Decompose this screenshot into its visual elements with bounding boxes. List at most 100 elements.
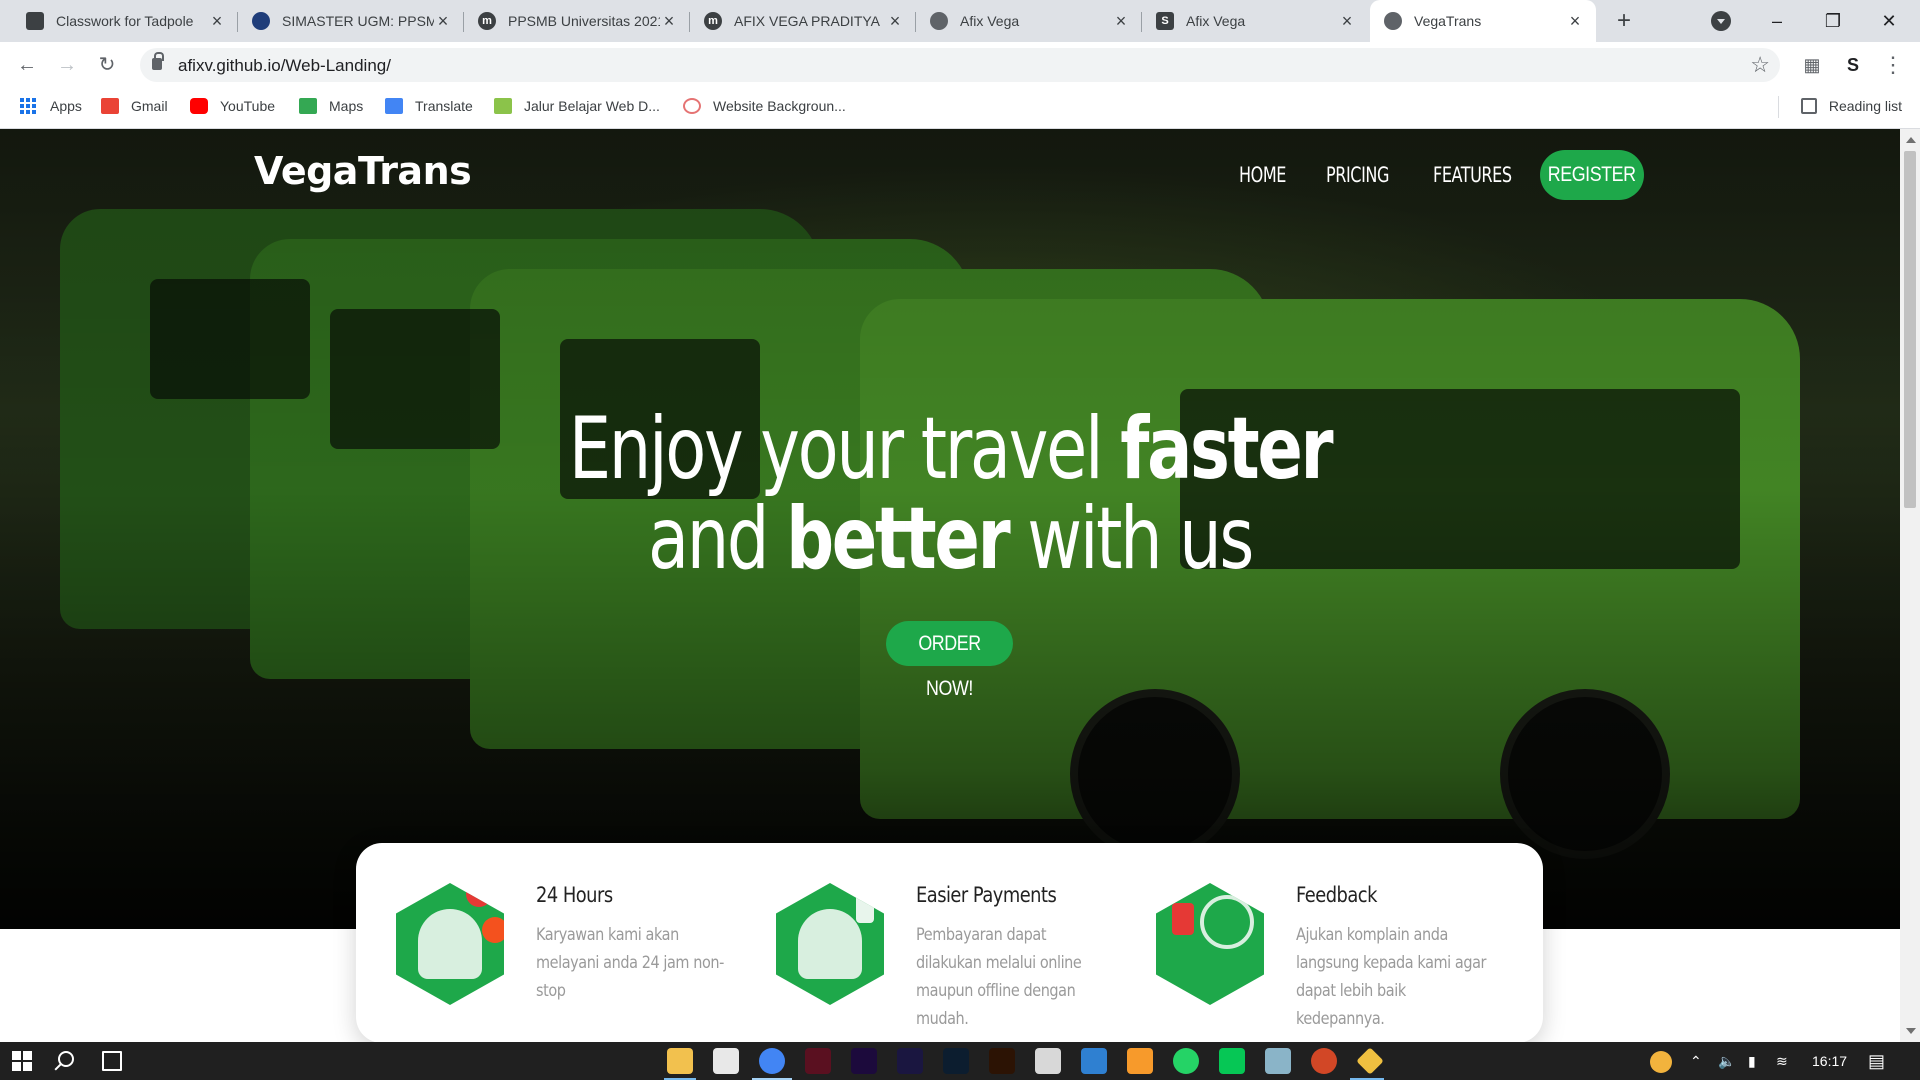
bookmark-label: Jalur Belajar Web D...: [524, 98, 660, 114]
browser-toolbar: ← → ↻ afixv.github.io/Web-Landing/ ☆ ▦ S…: [0, 42, 1920, 87]
bookmarks-bar: Apps Gmail YouTube Maps Translate Jalur …: [0, 87, 1920, 129]
feedback-icon: [1156, 883, 1264, 1005]
windows-start-icon[interactable]: [12, 1051, 32, 1071]
battery-icon[interactable]: ▮: [1748, 1042, 1756, 1080]
support-agent-shape: [418, 909, 482, 979]
reading-list-button[interactable]: Reading list: [1800, 98, 1902, 114]
volume-icon[interactable]: 🔈: [1718, 1042, 1735, 1080]
task-view-icon[interactable]: [102, 1051, 122, 1071]
bookmark-translate[interactable]: Translate: [385, 98, 473, 114]
menu-kebab-icon[interactable]: ⋮: [1878, 50, 1908, 80]
close-icon[interactable]: ×: [886, 11, 904, 32]
lock-icon[interactable]: [152, 52, 164, 70]
reload-icon[interactable]: ↻: [92, 50, 122, 80]
restore-button[interactable]: ❐: [1810, 6, 1856, 36]
hero-line2-regular-a: and: [647, 489, 787, 589]
forward-arrow-icon[interactable]: →: [52, 50, 82, 80]
scroll-down-arrow-icon[interactable]: [1906, 1028, 1916, 1034]
close-icon[interactable]: ×: [1566, 11, 1584, 32]
reading-list-icon: [1800, 98, 1817, 114]
nav-home[interactable]: HOME: [1239, 163, 1286, 187]
app-icon[interactable]: [1265, 1048, 1291, 1074]
tab-title: SIMASTER UGM: PPSMB: [282, 13, 434, 29]
register-button[interactable]: REGISTER: [1540, 150, 1644, 200]
hero-headline-line2: and better with us: [209, 489, 1691, 589]
close-icon[interactable]: ×: [434, 11, 452, 32]
weather-icon[interactable]: [1650, 1051, 1672, 1073]
scroll-up-arrow-icon[interactable]: [1906, 137, 1916, 143]
tab-classwork[interactable]: Classwork for Tadpole ×: [12, 0, 238, 42]
tab-search-icon[interactable]: [1711, 11, 1731, 31]
whatsapp-icon[interactable]: [1173, 1048, 1199, 1074]
order-now-button[interactable]: ORDER NOW!: [886, 621, 1013, 700]
show-hidden-icons-icon[interactable]: ⌃: [1690, 1042, 1702, 1080]
bookmark-website-background[interactable]: Website Backgroun...: [683, 98, 846, 114]
store-icon[interactable]: [713, 1048, 739, 1074]
premiere-icon[interactable]: [851, 1048, 877, 1074]
powerpoint-icon[interactable]: [1311, 1048, 1337, 1074]
scroll-thumb[interactable]: [1904, 151, 1916, 508]
tab-vegatrans[interactable]: VegaTrans ×: [1370, 0, 1596, 42]
file-explorer-icon[interactable]: [667, 1048, 693, 1074]
after-effects-icon[interactable]: [897, 1048, 923, 1074]
nav-features[interactable]: FEATURES: [1433, 163, 1512, 187]
page-scrollbar[interactable]: [1900, 129, 1920, 1042]
bookmark-jalur-belajar[interactable]: Jalur Belajar Web D...: [494, 98, 660, 114]
photoshop-icon[interactable]: [943, 1048, 969, 1074]
vscode-icon[interactable]: [1081, 1048, 1107, 1074]
search-icon[interactable]: [58, 1051, 74, 1067]
wifi-icon[interactable]: ≋: [1776, 1042, 1788, 1080]
bookmark-label: Apps: [50, 98, 82, 114]
profile-avatar-icon[interactable]: S: [1838, 50, 1868, 80]
nav-pricing[interactable]: PRICING: [1326, 163, 1389, 187]
tab-afix-vega-praditya[interactable]: m AFIX VEGA PRADITYA ×: [690, 0, 916, 42]
vegas-icon[interactable]: [805, 1048, 831, 1074]
minimize-button[interactable]: –: [1754, 6, 1800, 36]
site-logo[interactable]: VegaTrans: [254, 149, 472, 193]
bookmark-label: Translate: [415, 98, 473, 114]
feature-description: Karyawan kami akan melayani anda 24 jam …: [536, 925, 724, 1001]
illustrator-icon[interactable]: [989, 1048, 1015, 1074]
translate-icon: [385, 98, 403, 114]
url-text[interactable]: afixv.github.io/Web-Landing/: [178, 56, 391, 76]
notifications-icon[interactable]: ▤: [1868, 1042, 1885, 1080]
extensions-puzzle-icon[interactable]: ▦: [1797, 50, 1827, 80]
close-icon[interactable]: ×: [1338, 11, 1356, 32]
maps-icon: [299, 98, 317, 114]
tab-title: Afix Vega: [960, 13, 1020, 29]
chrome-icon[interactable]: [759, 1048, 785, 1074]
tab-afix-vega[interactable]: Afix Vega ×: [916, 0, 1142, 42]
tab-title: Afix Vega: [1186, 13, 1246, 29]
bookmark-label: Maps: [329, 98, 364, 114]
line-icon[interactable]: [1219, 1048, 1245, 1074]
site-logo-icon: S: [1156, 12, 1174, 30]
people-shape: [798, 909, 862, 979]
bookmark-maps[interactable]: Maps: [299, 98, 363, 114]
tab-title: PPSMB Universitas 2021: [508, 13, 660, 29]
tab-ppsmb[interactable]: m PPSMB Universitas 2021 ×: [464, 0, 690, 42]
moodle-icon: m: [704, 12, 722, 30]
tab-simaster[interactable]: SIMASTER UGM: PPSMB ×: [238, 0, 464, 42]
bookmark-star-icon[interactable]: ☆: [1750, 52, 1770, 78]
tab-title: AFIX VEGA PRADITYA: [734, 13, 881, 29]
notepad-icon[interactable]: [1035, 1048, 1061, 1074]
address-bar[interactable]: afixv.github.io/Web-Landing/ ☆: [140, 48, 1780, 82]
sublime-icon[interactable]: [1127, 1048, 1153, 1074]
tab-title: Classwork for Tadpole: [56, 13, 194, 29]
tab-afix-vega-2[interactable]: S Afix Vega ×: [1142, 0, 1368, 42]
reading-list-label: Reading list: [1828, 98, 1902, 114]
bookmark-youtube[interactable]: YouTube: [190, 98, 275, 114]
bookmark-gmail[interactable]: Gmail: [101, 98, 168, 114]
new-tab-button[interactable]: +: [1610, 8, 1638, 34]
feature-description: Ajukan komplain anda langsung kepada kam…: [1296, 925, 1487, 1029]
git-icon[interactable]: [1356, 1047, 1384, 1075]
close-icon[interactable]: ×: [660, 11, 678, 32]
window-close-button[interactable]: ✕: [1866, 6, 1912, 36]
close-icon[interactable]: ×: [208, 11, 226, 32]
close-icon[interactable]: ×: [1112, 11, 1130, 32]
bookmark-apps[interactable]: Apps: [20, 98, 82, 114]
payment-icon: [776, 883, 884, 1005]
clock-time[interactable]: 16:17: [1812, 1042, 1847, 1080]
feature-feedback: Feedback Ajukan komplain anda langsung k…: [1116, 883, 1486, 1029]
back-arrow-icon[interactable]: ←: [12, 50, 42, 80]
